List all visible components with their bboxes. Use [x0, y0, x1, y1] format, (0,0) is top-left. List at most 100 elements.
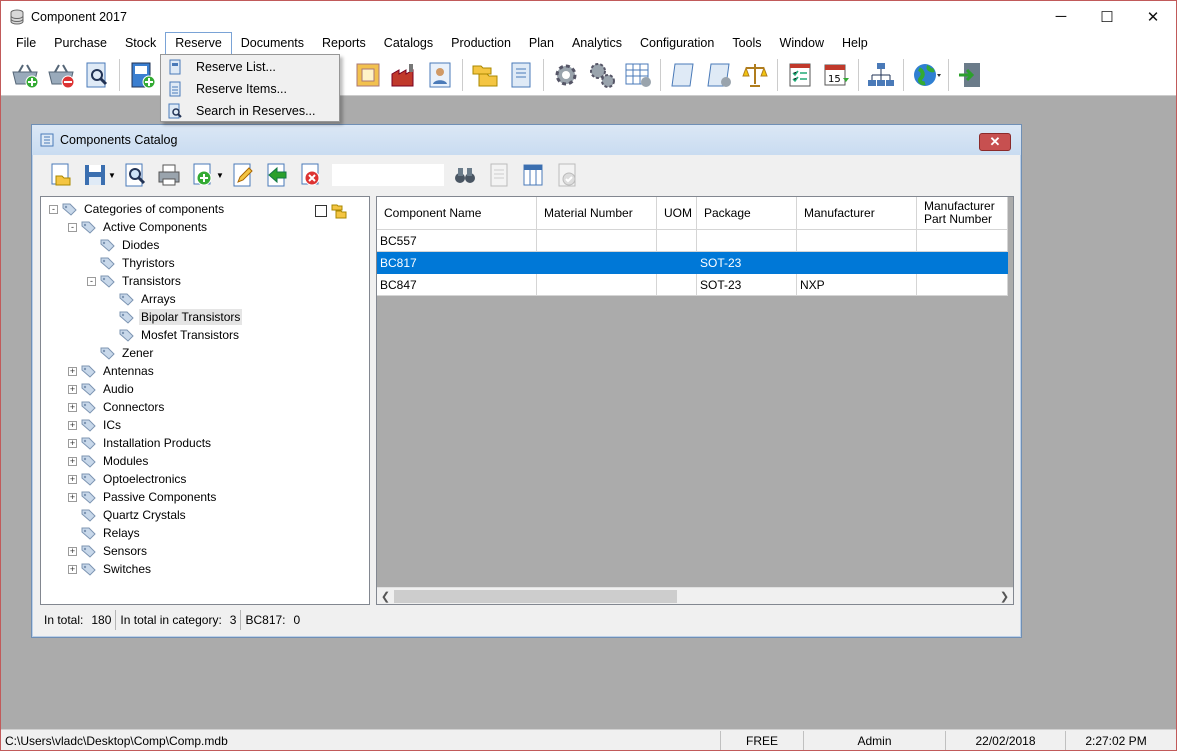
- purchase-remove-icon[interactable]: [45, 59, 77, 91]
- collapse-icon[interactable]: -: [49, 204, 58, 214]
- tree-item[interactable]: + Switches: [68, 560, 153, 578]
- col-manufacturer[interactable]: Manufacturer: [797, 197, 917, 230]
- new-document-icon[interactable]: [126, 59, 158, 91]
- close-button[interactable]: ✕: [1130, 1, 1176, 32]
- contacts-icon[interactable]: [424, 59, 456, 91]
- delete-icon[interactable]: [296, 160, 326, 190]
- maximize-button[interactable]: ☐: [1084, 1, 1130, 32]
- add-dropdown-icon[interactable]: ▼: [216, 171, 224, 180]
- tree-item[interactable]: + Audio: [68, 380, 136, 398]
- table-settings-icon[interactable]: [622, 59, 654, 91]
- tree-item[interactable]: Relays: [81, 524, 142, 542]
- tree-item[interactable]: - Transistors: [87, 272, 183, 290]
- tree-item[interactable]: + Sensors: [68, 542, 149, 560]
- tree-item[interactable]: + Connectors: [68, 398, 166, 416]
- tree-checkbox[interactable]: [315, 205, 327, 217]
- expand-icon[interactable]: +: [68, 456, 77, 466]
- expand-icon[interactable]: +: [68, 402, 77, 412]
- scroll-settings-icon[interactable]: [703, 59, 735, 91]
- tree-item[interactable]: + Antennas: [68, 362, 156, 380]
- tree-item[interactable]: Thyristors: [100, 254, 177, 272]
- catalog-close-button[interactable]: ✕: [979, 133, 1011, 151]
- table-cell[interactable]: [657, 230, 697, 252]
- tree-item[interactable]: - Active Components: [68, 218, 209, 236]
- scales-icon[interactable]: [739, 59, 771, 91]
- gears-icon[interactable]: [586, 59, 618, 91]
- save-icon[interactable]: [80, 160, 110, 190]
- table-cell[interactable]: NXP: [797, 274, 917, 296]
- tree-item[interactable]: Zener: [100, 344, 155, 362]
- tree-item[interactable]: + Installation Products: [68, 434, 213, 452]
- scroll-left-icon[interactable]: ❮: [377, 588, 394, 604]
- tree-item[interactable]: + Modules: [68, 452, 150, 470]
- checklist-icon[interactable]: [784, 59, 816, 91]
- scroll-right-icon[interactable]: ❯: [996, 588, 1013, 604]
- tree-item[interactable]: Bipolar Transistors: [119, 308, 243, 326]
- save-dropdown-icon[interactable]: ▼: [108, 171, 116, 180]
- binoculars-icon[interactable]: [450, 160, 480, 190]
- menu-file[interactable]: File: [7, 32, 45, 54]
- menu-plan[interactable]: Plan: [520, 32, 563, 54]
- table-cell[interactable]: [917, 252, 1008, 274]
- horizontal-scrollbar[interactable]: ❮ ❯: [377, 587, 1013, 604]
- tree-item[interactable]: + Optoelectronics: [68, 470, 188, 488]
- tree-folders-icon[interactable]: [331, 203, 347, 219]
- table-cell[interactable]: BC557: [377, 230, 537, 252]
- menu-configuration[interactable]: Configuration: [631, 32, 723, 54]
- back-arrow-icon[interactable]: [262, 160, 292, 190]
- gear-icon[interactable]: [550, 59, 582, 91]
- table-cell[interactable]: [917, 274, 1008, 296]
- col-material-number[interactable]: Material Number: [537, 197, 657, 230]
- search-document-icon[interactable]: [81, 59, 113, 91]
- menu-reserve[interactable]: Reserve: [165, 32, 232, 54]
- factory-icon[interactable]: [388, 59, 420, 91]
- menu-help[interactable]: Help: [833, 32, 877, 54]
- menu-catalogs[interactable]: Catalogs: [375, 32, 442, 54]
- print-icon[interactable]: [154, 160, 184, 190]
- table-row[interactable]: BC817 SOT-23: [377, 252, 1008, 274]
- tree-item[interactable]: + Passive Components: [68, 488, 218, 506]
- menu-stock[interactable]: Stock: [116, 32, 165, 54]
- filter-disabled-icon[interactable]: [484, 160, 514, 190]
- hierarchy-icon[interactable]: [865, 59, 897, 91]
- globe-icon[interactable]: [910, 59, 942, 91]
- table-row[interactable]: BC847 SOT-23 NXP: [377, 274, 1008, 296]
- purchase-add-icon[interactable]: [9, 59, 41, 91]
- scroll-icon[interactable]: [667, 59, 699, 91]
- expand-icon[interactable]: +: [68, 366, 77, 376]
- scroll-thumb[interactable]: [394, 590, 677, 603]
- col-component-name[interactable]: Component Name: [377, 197, 537, 230]
- table-cell[interactable]: [697, 230, 797, 252]
- category-tree[interactable]: - Categories of components - Active Compone…: [40, 196, 370, 605]
- menu-tools[interactable]: Tools: [723, 32, 770, 54]
- table-cell[interactable]: [797, 230, 917, 252]
- table-cell[interactable]: SOT-23: [697, 274, 797, 296]
- expand-icon[interactable]: +: [68, 384, 77, 394]
- table-cell[interactable]: [537, 230, 657, 252]
- notebook-icon[interactable]: [505, 59, 537, 91]
- components-grid[interactable]: Component Name Material Number UOM Packa…: [376, 196, 1014, 605]
- open-folder-icon[interactable]: [46, 160, 76, 190]
- tree-item[interactable]: Arrays: [119, 290, 178, 308]
- table-cell[interactable]: [537, 252, 657, 274]
- col-manufacturer-part-number[interactable]: Manufacturer Part Number: [917, 197, 1008, 230]
- expand-icon[interactable]: +: [68, 474, 77, 484]
- menu-production[interactable]: Production: [442, 32, 520, 54]
- reserve-list-item[interactable]: Reserve List...: [161, 56, 339, 78]
- expand-icon[interactable]: +: [68, 564, 77, 574]
- col-package[interactable]: Package: [697, 197, 797, 230]
- table-cell[interactable]: BC817: [377, 252, 537, 274]
- reserve-items-item[interactable]: Reserve Items...: [161, 78, 339, 100]
- table-row[interactable]: BC557: [377, 230, 1008, 252]
- exit-icon[interactable]: [955, 59, 987, 91]
- search-in-reserves-item[interactable]: Search in Reserves...: [161, 100, 339, 122]
- expand-icon[interactable]: +: [68, 438, 77, 448]
- columns-icon[interactable]: [518, 160, 548, 190]
- table-cell[interactable]: [657, 252, 697, 274]
- tree-item[interactable]: Quartz Crystals: [81, 506, 188, 524]
- expand-icon[interactable]: +: [68, 420, 77, 430]
- table-cell[interactable]: [537, 274, 657, 296]
- add-icon[interactable]: [188, 160, 218, 190]
- calendar-icon[interactable]: 15: [820, 59, 852, 91]
- minimize-button[interactable]: ─: [1038, 1, 1084, 32]
